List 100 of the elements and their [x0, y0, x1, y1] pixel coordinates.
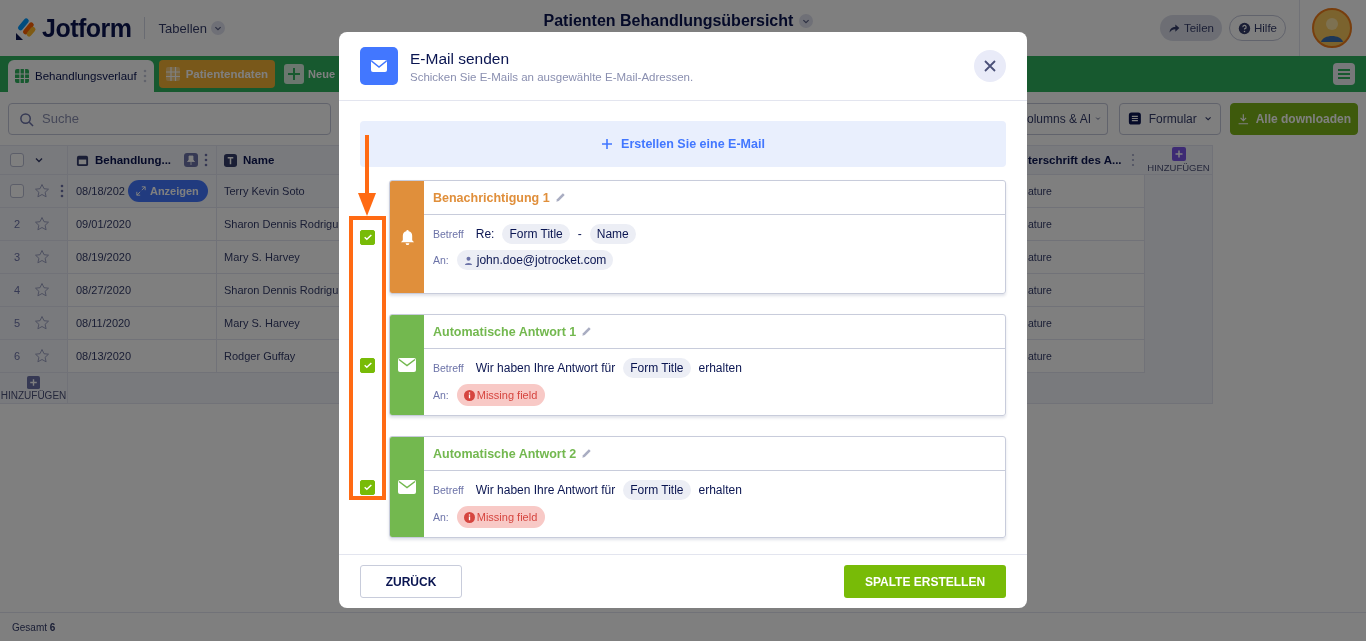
chevron-icon	[211, 21, 225, 35]
add-row-button[interactable]: HINZUFÜGEN	[0, 373, 68, 403]
table-row[interactable]: 5 08/11/2020 Mary S. Harvey	[0, 307, 339, 340]
check-icon	[362, 482, 373, 492]
close-button[interactable]	[974, 50, 1006, 82]
more-icon[interactable]	[204, 153, 208, 167]
field-tag: Form Title	[623, 480, 691, 500]
check-icon	[362, 360, 373, 370]
recipient-label: An:	[433, 389, 449, 401]
missing-field-tag: Missing field	[456, 384, 546, 406]
share-button[interactable]: Teilen	[1159, 15, 1222, 41]
pencil-icon[interactable]	[581, 448, 593, 459]
form-button[interactable]: Formular	[1119, 102, 1221, 135]
plus-icon	[284, 64, 305, 84]
table-cell: 08/19/2020	[76, 251, 132, 263]
star-icon[interactable]	[34, 315, 50, 331]
grid-icon	[15, 69, 29, 83]
check-icon	[362, 232, 373, 242]
table-cell: Sharon Dennis Rodrigu	[224, 284, 339, 296]
avatar-icon[interactable]	[1312, 8, 1352, 48]
column-header[interactable]: Behandlung...	[68, 146, 217, 174]
text-icon	[224, 153, 237, 167]
create-email-button[interactable]: Erstellen Sie eine E-Mail	[360, 121, 1006, 167]
star-icon[interactable]	[34, 183, 50, 199]
table-row[interactable]: 2 09/01/2020 Sharon Dennis Rodrigu	[0, 208, 339, 241]
subject-text: Wir haben Ihre Antwort für	[475, 361, 616, 375]
dialog-title: E-Mail senden	[410, 49, 511, 68]
row-number: 3	[12, 251, 22, 263]
subject-label: Betreff	[433, 228, 464, 240]
tab[interactable]: Behandlungsverlauf	[8, 60, 154, 92]
chevron-icon[interactable]	[799, 14, 814, 28]
table-cell: ature	[1028, 350, 1052, 362]
row-checkbox[interactable]	[10, 184, 24, 198]
more-icon[interactable]	[1131, 153, 1135, 167]
table-cell: Mary S. Harvey	[224, 251, 300, 263]
select-all-checkbox[interactable]	[10, 153, 24, 167]
field-tag: Name	[589, 224, 636, 244]
calendar-icon	[76, 153, 89, 167]
chevron-icon[interactable]	[34, 155, 44, 165]
email-checkbox[interactable]	[360, 357, 375, 373]
subject-text: Wir haben Ihre Antwort für	[475, 483, 616, 497]
column-header[interactable]: Name	[217, 146, 339, 174]
email-title: Automatische Antwort 2	[433, 446, 577, 461]
column-header[interactable]: terschrift des A...	[1027, 145, 1145, 175]
pencil-icon[interactable]	[554, 192, 566, 203]
back-button[interactable]: ZURÜCK	[360, 565, 462, 598]
plus-icon	[27, 375, 40, 389]
bell-icon	[399, 228, 415, 246]
row-number: 5	[12, 317, 22, 329]
envelope-icon	[398, 358, 416, 372]
subject-label: Betreff	[433, 484, 464, 496]
more-icon[interactable]	[60, 184, 64, 198]
table-cell: 08/11/2020	[76, 317, 131, 329]
table-row[interactable]: 08/18/202 Anzeigen Terry Kevin Soto	[0, 175, 339, 208]
columns-button[interactable]: olumns & AI	[1026, 102, 1108, 135]
recipient-label: An:	[433, 254, 449, 266]
email-checkbox[interactable]	[360, 479, 375, 495]
chevron-icon	[1095, 114, 1101, 123]
table-cell: 08/27/2020	[76, 284, 132, 296]
subject-text: erhalten	[698, 361, 742, 375]
row-number: 6	[12, 350, 22, 362]
plus-icon	[601, 138, 614, 150]
email-checkbox[interactable]	[360, 229, 375, 245]
view-button[interactable]: Anzeigen	[127, 180, 208, 202]
star-icon[interactable]	[34, 282, 50, 298]
envelope-icon	[360, 47, 398, 85]
more-icon[interactable]	[142, 69, 147, 83]
close-icon	[983, 59, 997, 73]
section-dropdown[interactable]: Tabellen	[156, 18, 227, 38]
recipient-tag: john.doe@jotrocket.com	[456, 250, 614, 270]
star-icon[interactable]	[34, 348, 50, 364]
table-cell: Mary S. Harvey	[224, 317, 300, 329]
table-cell: Terry Kevin Soto	[224, 185, 305, 197]
table-cell: ature	[1028, 284, 1052, 296]
person-icon	[463, 255, 473, 265]
star-icon[interactable]	[34, 216, 50, 232]
pencil-icon[interactable]	[581, 326, 593, 337]
table-cell: 09/01/2020	[76, 218, 132, 230]
help-icon	[1238, 21, 1251, 35]
table-cell: Sharon Dennis Rodrigu	[224, 218, 339, 230]
add-column-button[interactable]: HINZUFÜGEN	[1145, 145, 1213, 175]
expand-icon	[135, 186, 146, 196]
subject-text: -	[577, 227, 582, 241]
menu-icon[interactable]	[1333, 63, 1355, 85]
search-field[interactable]: Suche	[8, 102, 331, 135]
star-icon[interactable]	[34, 249, 50, 265]
chevron-icon	[1203, 114, 1212, 123]
help-button[interactable]: Hilfe	[1229, 15, 1286, 41]
subject-text: erhalten	[698, 483, 742, 497]
table-cell: ature	[1028, 317, 1052, 329]
create-column-button[interactable]: SPALTE ERSTELLEN	[844, 565, 1006, 598]
field-tag: Form Title	[502, 224, 570, 244]
logo-icon	[14, 15, 38, 41]
pin-icon[interactable]	[184, 153, 198, 167]
form-icon	[1128, 111, 1142, 126]
table-cell: 08/13/2020	[76, 350, 132, 362]
table-row[interactable]: 3 08/19/2020 Mary S. Harvey	[0, 241, 339, 274]
row-count: Gesamt 6	[12, 621, 56, 633]
table-row[interactable]: 4 08/27/2020 Sharon Dennis Rodrigu	[0, 274, 339, 307]
recipient-label: An:	[433, 511, 449, 523]
